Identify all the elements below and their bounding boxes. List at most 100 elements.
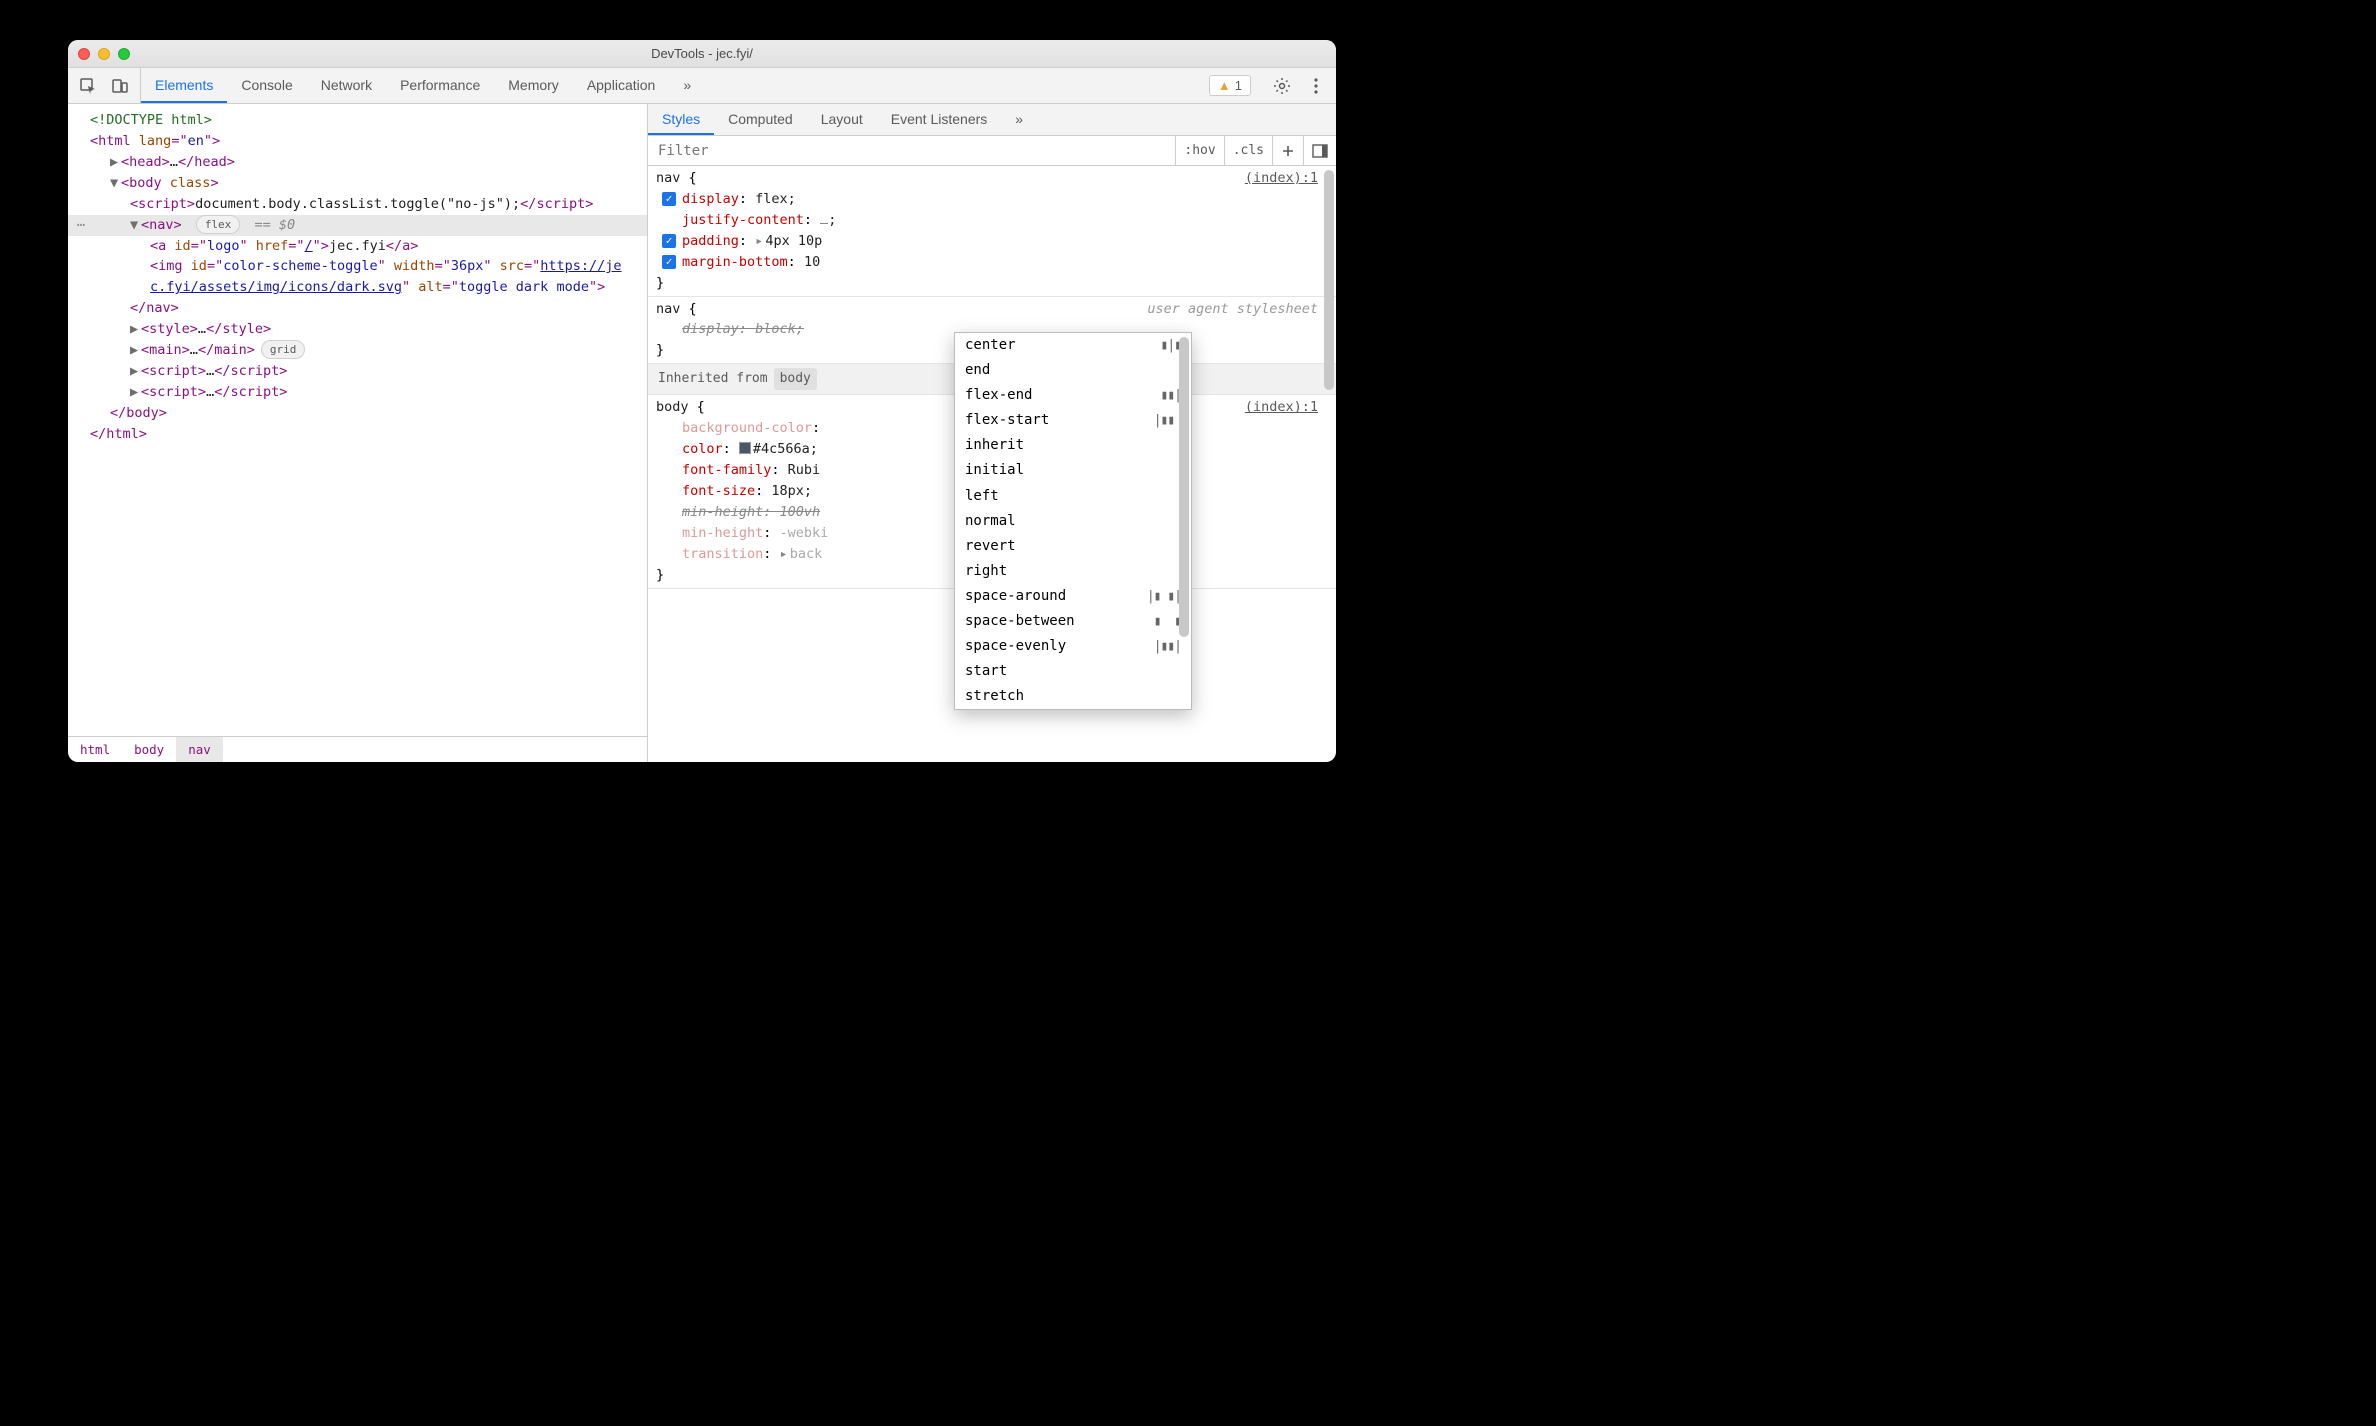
prop-checkbox-icon[interactable] [662,255,676,269]
prop-checkbox-icon[interactable] [662,234,676,248]
hov-toggle[interactable]: :hov [1176,136,1224,166]
stab-styles[interactable]: Styles [648,104,714,135]
row-actions-icon[interactable]: ⋯ [68,215,94,236]
align-icon: |▮▮| [1154,636,1181,657]
toolbar-right: ▲ 1 [1203,68,1336,103]
tabs-overflow-icon[interactable]: » [669,68,705,103]
crumb-body[interactable]: body [122,737,176,762]
value-edit-input[interactable] [820,223,828,224]
dom-tree[interactable]: <!DOCTYPE html> <html lang="en"> ▶<head>… [68,104,647,736]
main-toolbar: Elements Console Network Performance Mem… [68,68,1336,104]
rule-source-link[interactable]: (index):1 [1245,397,1318,418]
cls-toggle[interactable]: .cls [1225,136,1273,166]
device-toolbar-icon[interactable] [106,72,134,100]
ac-item-start[interactable]: start [955,659,1191,684]
styles-tabs: Styles Computed Layout Event Listeners » [648,104,1336,136]
warning-icon: ▲ [1218,78,1231,93]
dom-head[interactable]: ▶<head>…</head> [68,152,647,173]
layout-pill-grid[interactable]: grid [261,340,306,359]
styles-filter-input[interactable] [648,136,1176,165]
tab-performance[interactable]: Performance [386,68,494,103]
dom-html-open[interactable]: <html lang="en"> [68,131,647,152]
color-swatch-icon[interactable] [739,442,751,454]
styles-actions: :hov .cls [1176,136,1336,166]
rule-source-link[interactable]: (index):1 [1245,168,1318,189]
inspect-element-icon[interactable] [74,72,102,100]
more-menu-icon[interactable] [1302,72,1330,100]
window-title: DevTools - jec.fyi/ [68,46,1336,61]
warning-count: 1 [1235,78,1242,93]
styles-scrollbar[interactable] [1322,166,1336,762]
ac-item-left[interactable]: left [955,484,1191,509]
ac-item-initial[interactable]: initial [955,458,1191,483]
breadcrumbs: html body nav [68,736,647,762]
dom-nav-selected[interactable]: ⋯ ▼<nav> flex == $0 [68,215,647,236]
inherited-from-tag[interactable]: body [774,368,817,390]
close-window-button[interactable] [78,48,90,60]
align-icon: ▮▮| [1154,385,1181,406]
autocomplete-scrollbar-thumb[interactable] [1179,337,1189,637]
titlebar: DevTools - jec.fyi/ [68,40,1336,68]
ac-item-right[interactable]: right [955,559,1191,584]
tab-elements[interactable]: Elements [141,68,227,103]
align-icon: |▮ ▮| [1147,586,1181,607]
dom-nav-close[interactable]: </nav> [68,298,647,319]
dom-script2[interactable]: ▶<script>…</script> [68,382,647,403]
ac-item-flex-start[interactable]: flex-start|▮▮ [955,408,1191,433]
dom-a-logo[interactable]: <a id="logo" href="/">jec.fyi</a> [68,236,647,257]
ac-item-inherit[interactable]: inherit [955,433,1191,458]
dom-style[interactable]: ▶<style>…</style> [68,319,647,340]
traffic-lights [78,48,130,60]
warnings-badge[interactable]: ▲ 1 [1209,75,1251,96]
prop-padding[interactable]: padding: ▸4px 10p [656,231,1320,252]
elements-panel: <!DOCTYPE html> <html lang="en"> ▶<head>… [68,104,648,762]
stab-layout[interactable]: Layout [807,104,877,135]
dom-script1[interactable]: ▶<script>…</script> [68,361,647,382]
dom-body-open[interactable]: ▼<body class> [68,173,647,194]
dom-img-toggle[interactable]: <img id="color-scheme-toggle" width="36p… [68,256,647,298]
ac-item-space-around[interactable]: space-around|▮ ▮| [955,584,1191,609]
styles-toolbar: :hov .cls [648,136,1336,166]
prop-justify-content-editing[interactable]: justify-content: ; [656,210,1320,231]
dom-script-inline[interactable]: <script>document.body.classList.toggle("… [68,194,647,215]
ac-item-stretch[interactable]: stretch [955,684,1191,709]
dom-doctype[interactable]: <!DOCTYPE html> [68,110,647,131]
ac-item-center[interactable]: center▮|▮ [955,333,1191,358]
stab-computed[interactable]: Computed [714,104,807,135]
prop-display[interactable]: display: flex; [656,189,1320,210]
minimize-window-button[interactable] [98,48,110,60]
rule-nav-index[interactable]: (index):1 nav { display: flex; justify-c… [648,166,1336,297]
autocomplete-popup[interactable]: center▮|▮ end flex-end ▮▮| flex-start|▮▮… [954,332,1192,710]
ac-item-space-between[interactable]: space-between▮ ▮ [955,609,1191,634]
ac-item-revert[interactable]: revert [955,534,1191,559]
tab-network[interactable]: Network [307,68,386,103]
settings-icon[interactable] [1268,72,1296,100]
align-icon: ▮|▮ [1161,335,1181,356]
expand-shorthand-icon[interactable]: ▸ [780,546,788,562]
scrollbar-thumb[interactable] [1324,170,1334,390]
toolbar-left [68,68,141,103]
maximize-window-button[interactable] [118,48,130,60]
expand-shorthand-icon[interactable]: ▸ [755,233,763,249]
layout-pill-flex[interactable]: flex [196,215,241,234]
ac-item-end[interactable]: end [955,358,1191,383]
tab-application[interactable]: Application [573,68,670,103]
prop-checkbox-icon[interactable] [662,192,676,206]
dom-html-close[interactable]: </html> [68,424,647,445]
sidebar-toggle-icon[interactable] [1304,136,1336,166]
crumb-html[interactable]: html [68,737,122,762]
crumb-nav[interactable]: nav [176,737,223,762]
tab-memory[interactable]: Memory [494,68,573,103]
panel-tabs: Elements Console Network Performance Mem… [141,68,1203,103]
prop-margin-bottom[interactable]: margin-bottom: 10 [656,252,1320,273]
stab-event-listeners[interactable]: Event Listeners [877,104,1002,135]
tab-console[interactable]: Console [227,68,306,103]
new-rule-icon[interactable] [1273,136,1304,166]
ac-item-normal[interactable]: normal [955,509,1191,534]
ac-item-flex-end[interactable]: flex-end ▮▮| [955,383,1191,408]
align-icon: |▮▮ [1154,410,1181,431]
dom-body-close[interactable]: </body> [68,403,647,424]
stabs-overflow-icon[interactable]: » [1001,104,1037,135]
ac-item-space-evenly[interactable]: space-evenly|▮▮| [955,634,1191,659]
dom-main[interactable]: ▶<main>…</main>grid [68,340,647,361]
